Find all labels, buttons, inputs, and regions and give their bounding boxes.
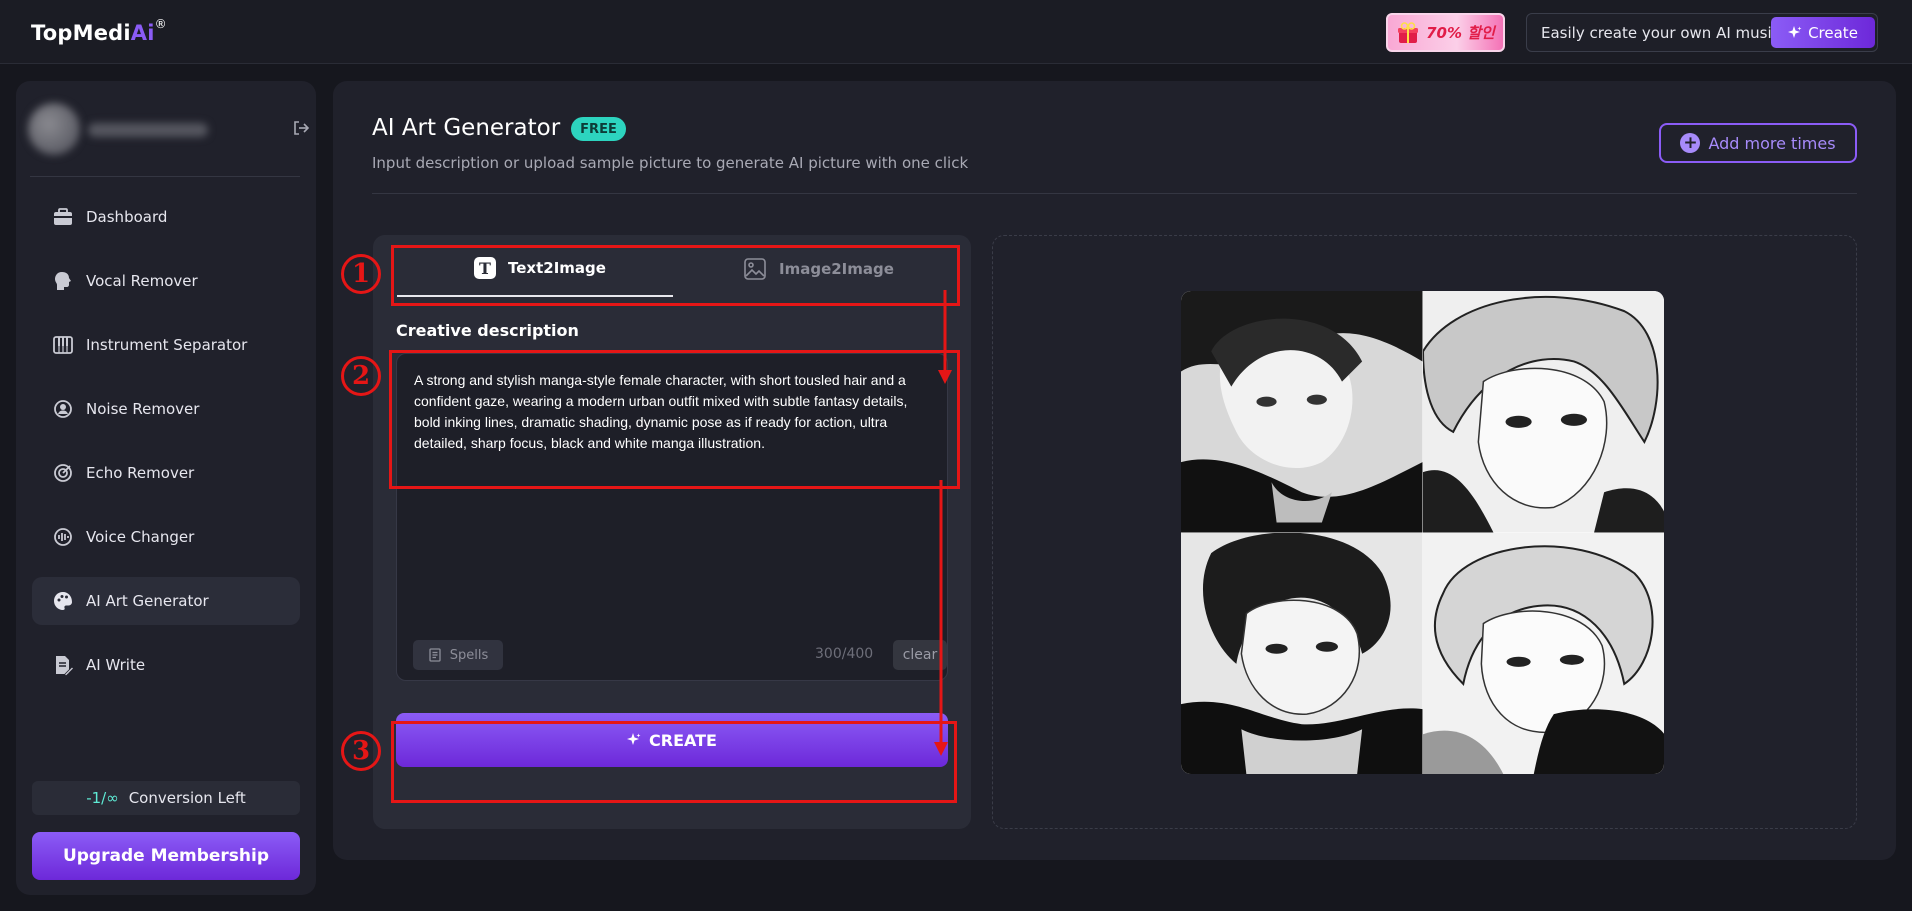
annotation-box-2 — [389, 350, 960, 489]
logout-icon[interactable] — [292, 119, 310, 137]
sidebar-item-ai-write[interactable]: AI Write — [32, 641, 300, 689]
sidebar-item-instrument-separator[interactable]: Instrument Separator — [32, 321, 300, 369]
generated-image-1[interactable] — [1181, 291, 1423, 533]
sidebar-item-label: Instrument Separator — [86, 336, 248, 354]
headset-icon — [54, 400, 72, 418]
head-icon — [55, 272, 71, 290]
document-edit-icon — [56, 656, 74, 676]
briefcase-icon — [54, 208, 72, 225]
sidebar-item-label: Noise Remover — [86, 400, 200, 418]
generated-image-2[interactable] — [1422, 291, 1664, 533]
music-create-label: Create — [1808, 23, 1858, 42]
spells-button[interactable]: Spells — [413, 640, 503, 670]
user-profile[interactable] — [28, 99, 310, 159]
music-create-button[interactable]: Create — [1771, 17, 1875, 48]
annotation-number-3: 3 — [341, 731, 381, 771]
top-bar: TopMediAi® 70% 할인 Easily create your own… — [0, 0, 1912, 64]
creative-description-label: Creative description — [396, 321, 579, 340]
sidebar-item-ai-art-generator[interactable]: AI Art Generator — [32, 577, 300, 625]
spells-label: Spells — [449, 647, 489, 663]
sidebar-item-echo-remover[interactable]: Echo Remover — [32, 449, 300, 497]
conversion-counter: -1/∞ Conversion Left — [32, 781, 300, 815]
app-logo[interactable]: TopMediAi® — [31, 17, 167, 45]
echo-icon — [54, 464, 72, 482]
page-title: AI Art Generator — [372, 115, 561, 141]
user-name-blurred — [88, 123, 208, 137]
book-icon — [429, 648, 441, 662]
generated-image-4[interactable] — [1422, 532, 1664, 774]
result-area — [992, 235, 1857, 829]
upgrade-membership-button[interactable]: Upgrade Membership — [32, 832, 300, 880]
sidebar-item-label: AI Write — [86, 656, 146, 674]
piano-icon — [53, 336, 73, 354]
sidebar-item-label: AI Art Generator — [86, 592, 209, 610]
promo-banner[interactable]: 70% 할인 — [1386, 13, 1505, 52]
page-subtitle: Input description or upload sample pictu… — [372, 154, 969, 172]
header-divider — [372, 193, 1857, 194]
free-badge: FREE — [571, 117, 626, 141]
sidebar-item-label: Voice Changer — [86, 528, 195, 546]
annotation-number-2: 2 — [341, 356, 381, 396]
add-more-label: Add more times — [1708, 133, 1836, 153]
ai-music-text: Easily create your own AI music — [1541, 24, 1780, 42]
voice-icon — [54, 528, 72, 546]
conversion-count: -1/∞ — [86, 789, 119, 807]
annotation-box-1 — [391, 245, 960, 306]
conversion-label: Conversion Left — [128, 789, 246, 807]
clear-button[interactable]: clear — [893, 640, 947, 670]
sidebar-item-label: Echo Remover — [86, 464, 195, 482]
generated-image-3[interactable] — [1181, 532, 1423, 774]
annotation-number-1: 1 — [341, 254, 381, 294]
logo-registered-mark: ® — [154, 17, 167, 31]
annotation-box-3 — [391, 721, 957, 803]
generated-image-grid[interactable] — [1181, 291, 1664, 774]
sidebar-divider — [30, 176, 300, 177]
palette-icon — [54, 592, 72, 610]
sparkle-icon — [1788, 25, 1802, 38]
add-more-times-button[interactable]: + Add more times — [1659, 123, 1857, 163]
avatar — [28, 103, 80, 155]
sidebar-item-voice-changer[interactable]: Voice Changer — [32, 513, 300, 561]
logo-text: TopMedi — [31, 21, 131, 45]
sidebar: Dashboard Vocal Remover Instrument Separ… — [16, 81, 316, 895]
plus-circle-icon: + — [1680, 133, 1701, 153]
promo-text: 70% 할인 — [1426, 24, 1495, 42]
logo-ai-mark: Ai — [130, 21, 155, 45]
sidebar-item-label: Vocal Remover — [86, 272, 198, 290]
character-count: 300/400 — [815, 646, 874, 662]
sidebar-item-noise-remover[interactable]: Noise Remover — [32, 385, 300, 433]
sidebar-item-vocal-remover[interactable]: Vocal Remover — [32, 257, 300, 305]
sidebar-item-dashboard[interactable]: Dashboard — [32, 193, 300, 241]
sidebar-item-label: Dashboard — [86, 208, 168, 226]
gift-icon — [1398, 21, 1419, 43]
ai-music-banner: Easily create your own AI music Create — [1526, 13, 1878, 52]
